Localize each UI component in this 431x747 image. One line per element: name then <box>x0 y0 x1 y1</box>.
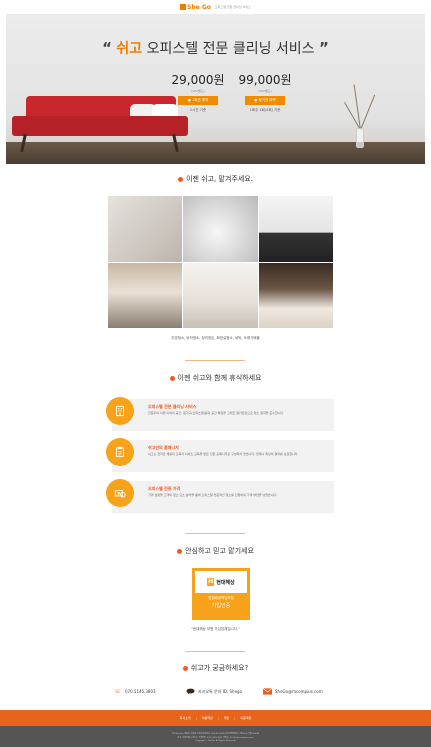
top-bar: She Go 오피스텔 전문 클리닝 서비스 <box>0 0 431 14</box>
photo-laundry <box>183 196 258 262</box>
footer-info-line: Copyright © SheGo. All Rights Reserved. <box>195 739 236 742</box>
badge-company: 현대해상 <box>216 579 235 586</box>
plan-single-vat: (VAT별도) <box>191 89 205 93</box>
mail-icon <box>263 688 272 695</box>
feature-desc: 쉬고는 철저한 채용과 교육과 서비스 교육을 받은 전문 홈매니저로 구성되어… <box>148 452 299 456</box>
footer-link-about[interactable]: 회사소개 <box>180 716 191 720</box>
kakao-talk-icon <box>186 688 195 695</box>
contact-phone-text: 070.5145.3803 <box>125 689 156 694</box>
footer-info-line: 주소: 서울특별시 강남구 고객센터: 070.5145.3803 이메일: S… <box>177 736 254 739</box>
hero-banner: “ 쉬고 오피스텔 전문 클리닝 서비스 ” 29,000원 (VAT별도) ●… <box>6 14 425 164</box>
logo-mark-icon <box>180 4 187 10</box>
plan-single: 29,000원 (VAT별도) ● 1회권 예약 2시간 기준 <box>168 71 228 113</box>
logo[interactable]: She Go <box>180 4 211 11</box>
feature-desc: 가격 설정을 고객의 청소 요소 분석을 통해 오피스텔 전문적인 청소를 진행… <box>148 493 278 497</box>
plan-regular: 99,000원 (VAT별도) ● 정기권 예약 1회주 1회(4회) 기준 <box>235 71 295 113</box>
section-trust-title: 안심하고 믿고 맡기세요 <box>0 546 431 556</box>
section-divider <box>185 360 245 361</box>
photo-bathroom <box>108 262 183 328</box>
plan-single-price: 29,000원 <box>171 73 225 87</box>
hero-title: “ 쉬고 오피스텔 전문 클리닝 서비스 ” <box>6 38 425 58</box>
plan-regular-vat: (VAT별도) <box>258 89 272 93</box>
feature-title: 오피스텔 전용 가격 <box>148 486 181 491</box>
feature-title: 쉬고만의 홈매니저 <box>148 445 179 450</box>
section-contact-title: 쉬고가 궁금하세요? <box>0 663 431 673</box>
logo-text: She Go <box>187 3 211 11</box>
reserve-regular-button[interactable]: ● 정기권 예약 <box>245 96 285 105</box>
service-photo-grid <box>108 196 333 328</box>
badge-line1: 영업배상책임보험 <box>208 596 234 600</box>
reserve-single-button[interactable]: ● 1회권 예약 <box>178 96 218 105</box>
footer-link-privacy[interactable]: 개인 <box>224 716 230 720</box>
section-leave-it-title: 이젠 쉬고, 맡겨주세요. <box>0 174 431 184</box>
bullet-icon <box>169 375 175 381</box>
feature-officetel-cleaning: 오피스텔 전문 클리닝 서비스 전문주의 이행 이외의 공간, 원가구(오피스텔… <box>106 397 334 431</box>
photo-kitchen <box>183 262 258 328</box>
contact-kakao-text: 카카오톡 문의 ID: Shego <box>198 688 243 694</box>
plan-regular-note: 1회주 1회(4회) 기준 <box>249 108 281 112</box>
feature-home-manager: 쉬고만의 홈매니저 쉬고는 철저한 채용과 교육과 서비스 교육을 받은 전문 … <box>106 438 334 472</box>
footer-info-line: 쉬고(SheGo) 대표자: 홍길동 사업자등록번호: 000-00-00000… <box>171 732 260 735</box>
photo-vacuum-cleaning <box>108 196 183 262</box>
building-icon <box>106 397 134 425</box>
footer-info: 쉬고(SheGo) 대표자: 홍길동 사업자등록번호: 000-00-00000… <box>0 726 431 747</box>
service-list: 주방청소, 바닥청소, 정리정돈, 화장실청소, 세탁, 쓰레기배출 <box>171 336 260 340</box>
money-icon <box>106 479 134 507</box>
photo-bedroom <box>258 262 333 328</box>
feature-title: 오피스텔 전문 클리닝 서비스 <box>148 404 197 409</box>
feature-officetel-price: 오피스텔 전용 가격 가격 설정을 고객의 청소 요소 분석을 통해 오피스텔 … <box>106 479 334 513</box>
bullet-icon <box>177 548 183 554</box>
plan-single-note: 2시간 기준 <box>189 108 207 112</box>
contact-email[interactable]: SheGo@mcompius.com <box>263 688 323 695</box>
footer-nav: 회사소개 | 이용약관 | 개인 | 이용약관 <box>0 710 431 726</box>
feature-desc: 전문주의 이행 이외의 공간, 원가구(오피스텔)등의 공간 특징을 고려한 원… <box>148 411 285 415</box>
header-tagline: 오피스텔 전문 클리닝 서비스 <box>214 5 251 9</box>
section-divider <box>185 533 245 534</box>
hero-title-brand: 쉬고 <box>116 41 143 57</box>
contact-phone[interactable]: ☏ 070.5145.3803 <box>113 688 156 695</box>
section-rest-title: 이젠 쉬고와 함께 휴식하세요 <box>0 373 431 383</box>
phone-icon: ☏ <box>114 688 121 695</box>
hyundai-logo-icon: H <box>207 578 215 586</box>
clipboard-icon <box>106 438 134 466</box>
section-divider <box>185 651 245 652</box>
bullet-icon <box>178 176 184 182</box>
contact-email-text: SheGo@mcompius.com <box>275 689 323 694</box>
photo-trash-bags <box>258 196 333 262</box>
insurance-note: "현대해상 보험 가입업체입니다." <box>191 627 240 631</box>
badge-line2: 가입인증 <box>211 603 231 609</box>
footer-link-terms[interactable]: 이용약관 <box>202 716 213 720</box>
hero-quote-close: ” <box>319 39 329 57</box>
contact-kakao[interactable]: 카카오톡 문의 ID: Shego <box>186 688 242 695</box>
insurance-badge: H 현대해상 영업배상책임보험 가입인증 <box>192 568 250 620</box>
red-sofa-image <box>12 96 188 154</box>
plan-regular-price: 99,000원 <box>238 73 292 87</box>
hero-title-rest: 오피스텔 전문 클리닝 서비스 <box>142 41 315 57</box>
footer-link-policy[interactable]: 이용약관 <box>240 716 251 720</box>
bullet-icon <box>182 665 188 671</box>
hero-quote-open: “ <box>102 39 112 57</box>
